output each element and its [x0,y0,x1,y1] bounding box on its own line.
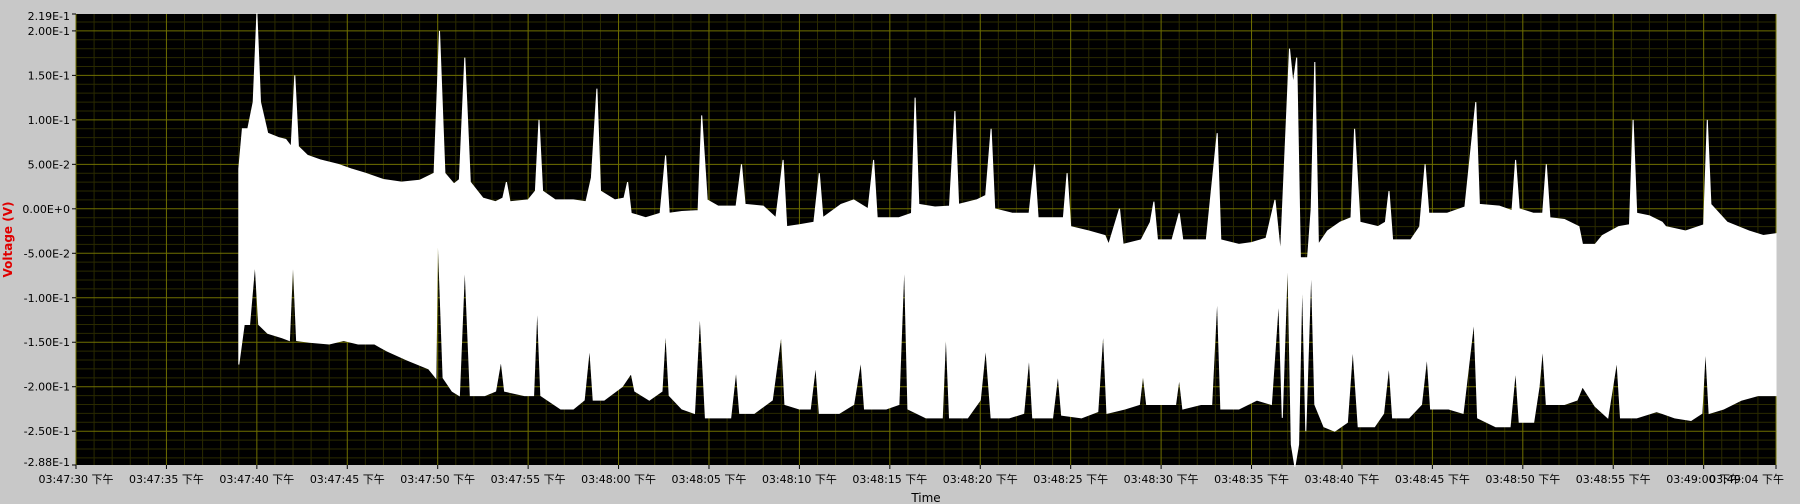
x-tick-label: 03:48:35 下午 [1214,473,1289,486]
x-tick-label: 03:48:00 下午 [581,473,656,486]
x-tick-label: 03:49:04 下午 [1709,473,1784,486]
x-tick-label: 03:47:40 下午 [219,473,294,486]
x-tick-label: 03:48:25 下午 [1033,473,1108,486]
x-tick-label: 03:48:20 下午 [943,473,1018,486]
x-tick-label: 03:47:35 下午 [129,473,204,486]
x-tick-label: 03:48:15 下午 [852,473,927,486]
y-axis-title: Voltage (V) [1,202,15,278]
y-tick-label: 1.50E-1 [28,69,70,82]
x-tick-label: 03:47:55 下午 [491,473,566,486]
x-tick-label: 03:48:10 下午 [762,473,837,486]
x-tick-label: 03:48:40 下午 [1305,473,1380,486]
x-tick-label: 03:48:55 下午 [1576,473,1651,486]
y-tick-label: 5.00E-2 [28,158,70,171]
y-tick-label: -1.50E-1 [24,336,70,349]
y-tick-label: 2.00E-1 [28,25,70,38]
x-tick-label: 03:47:45 下午 [310,473,385,486]
y-tick-label: -2.88E-1 [24,456,70,469]
x-tick-label: 03:48:30 下午 [1124,473,1199,486]
x-tick-label: 03:47:50 下午 [400,473,475,486]
x-tick-label: 03:47:30 下午 [39,473,114,486]
y-tick-label: 0.00E+0 [22,203,70,216]
voltage-time-chart: 2.19E-1 2.00E-1 1.50E-1 1.00E-1 5.00E-2 0.00E… [0,0,1800,504]
x-axis-title: Time [910,491,940,504]
x-tick-label: 03:48:05 下午 [672,473,747,486]
y-tick-label: 2.19E-1 [28,10,70,23]
y-tick-label: -1.00E-1 [24,292,70,305]
y-tick-label: -5.00E-2 [24,247,70,260]
x-tick-label: 03:48:50 下午 [1485,473,1560,486]
y-tick-label: -2.50E-1 [24,425,70,438]
y-tick-label: 1.00E-1 [28,114,70,127]
y-tick-label: -2.00E-1 [24,381,70,394]
x-tick-label: 03:48:45 下午 [1395,473,1470,486]
chart-container: 2.19E-1 2.00E-1 1.50E-1 1.00E-1 5.00E-2 0.00E… [0,0,1800,504]
